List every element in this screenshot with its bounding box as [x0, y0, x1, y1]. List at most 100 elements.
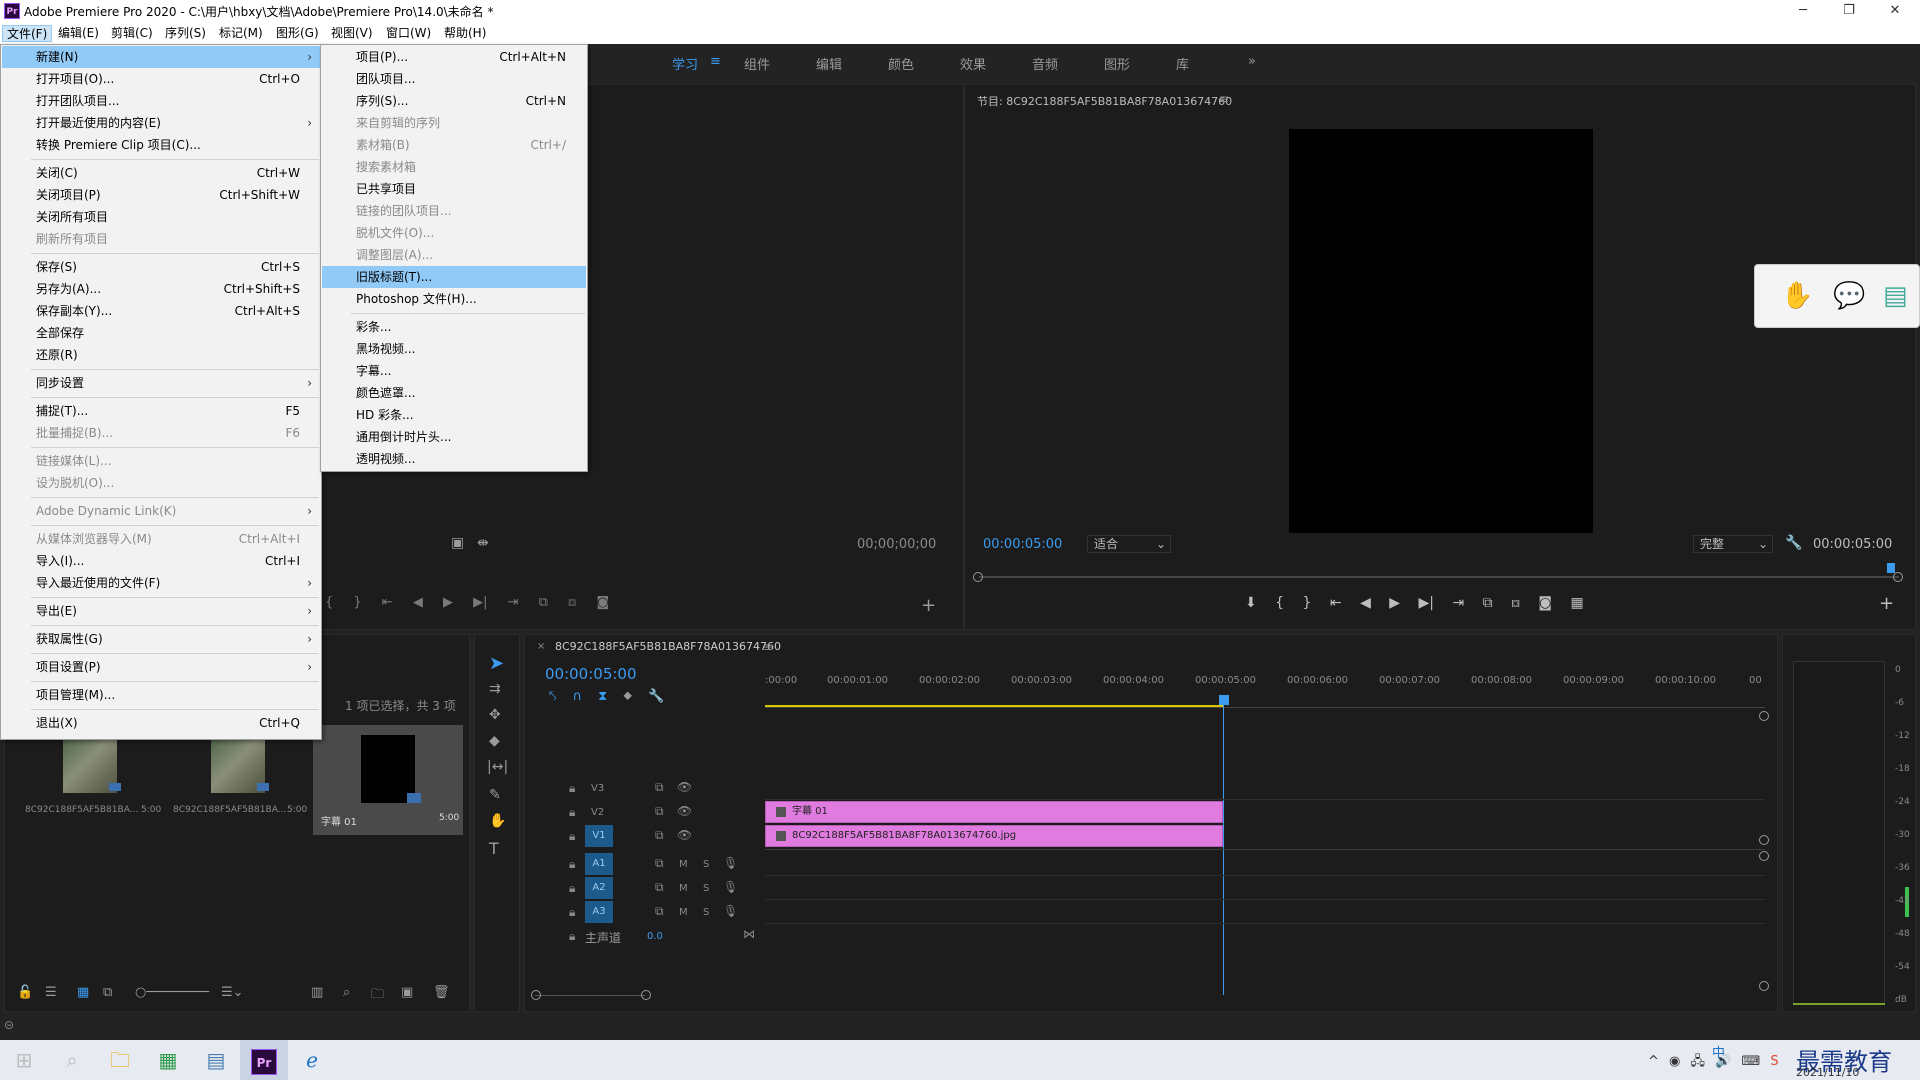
program-time-ruler[interactable]	[979, 563, 1899, 577]
solo-button[interactable]: S	[703, 883, 709, 894]
scroll-handle-right[interactable]	[641, 990, 651, 1000]
track-header-master[interactable]: 🔒︎ 主声道 0.0 ⋈	[565, 925, 761, 949]
menu-item-save-as[interactable]: 另存为(A)... Ctrl+Shift+S	[2, 278, 320, 300]
menu-file[interactable]: 文件(F)	[2, 25, 53, 42]
menu-item-export[interactable]: 导出(E) ›	[2, 600, 320, 622]
track-header-v1[interactable]: 🔒︎ V1 ⧉ 👁	[565, 825, 761, 849]
track-label-targeted[interactable]: A2	[585, 877, 613, 899]
microphone-icon[interactable]: 🎙	[723, 880, 738, 894]
scroll-handle-left[interactable]	[531, 990, 541, 1000]
menu-edit[interactable]: 编辑(E)	[54, 25, 103, 42]
freeform-view-icon[interactable]: ⧉	[103, 985, 112, 1000]
lock-icon[interactable]: 🔓	[17, 985, 33, 1000]
menu-item-sync-settings[interactable]: 同步设置 ›	[2, 372, 320, 394]
lock-icon[interactable]: 🔒︎	[569, 881, 575, 896]
menu-item-close-all[interactable]: 关闭所有项目	[2, 206, 320, 228]
submenu-item-team-project[interactable]: 团队项目...	[322, 68, 586, 90]
menu-window[interactable]: 窗口(W)	[382, 25, 435, 42]
icon-view-icon[interactable]: ▦	[77, 985, 89, 1000]
app-icon[interactable]: ▤	[192, 1040, 240, 1080]
windows-start-icon[interactable]: ⊞	[0, 1040, 48, 1080]
ripple-edit-icon[interactable]: ✥	[489, 707, 501, 723]
ime-indicator[interactable]: 中	[1712, 1042, 1725, 1061]
timeline-horizontal-scrollbar[interactable]	[535, 995, 645, 996]
selection-tool-icon[interactable]: ➤	[489, 653, 504, 674]
new-bin-icon[interactable]: 🗀	[371, 985, 384, 1007]
microphone-icon[interactable]: 🎙	[723, 904, 738, 918]
submenu-item-sequence[interactable]: 序列(S)... Ctrl+N	[322, 90, 586, 112]
program-playhead[interactable]	[1887, 563, 1895, 573]
track-label-targeted[interactable]: V1	[585, 825, 613, 847]
razor-icon[interactable]: ◆	[489, 733, 500, 749]
menu-item-get-properties[interactable]: 获取属性(G) ›	[2, 628, 320, 650]
lock-icon[interactable]: 🔒︎	[569, 929, 575, 944]
timeline-menu-icon[interactable]: ≡	[763, 640, 773, 654]
menu-item-save-all[interactable]: 全部保存	[2, 322, 320, 344]
menu-sequence[interactable]: 序列(S)	[161, 25, 210, 42]
menu-item-open-project[interactable]: 打开项目(O)... Ctrl+O	[2, 68, 320, 90]
menu-item-project-settings[interactable]: 项目设置(P) ›	[2, 656, 320, 678]
eye-icon[interactable]: 👁	[677, 780, 692, 794]
mute-button[interactable]: M	[679, 859, 688, 870]
workspace-color[interactable]: 颜色	[888, 54, 914, 73]
project-item-selected[interactable]: 字幕 01 5:00	[313, 725, 463, 835]
lock-icon[interactable]: 🔒︎	[569, 857, 575, 872]
track-label-targeted[interactable]: A1	[585, 853, 613, 875]
lock-icon[interactable]: 🔒︎	[569, 905, 575, 920]
zoom-handle-right[interactable]	[1893, 572, 1903, 582]
video-scroll-handle-bottom[interactable]	[1759, 835, 1769, 845]
sync-lock-icon[interactable]: ⧉	[655, 856, 664, 871]
sync-lock-icon[interactable]: ⧉	[655, 780, 664, 795]
clip-v2[interactable]: 字幕 01	[765, 801, 1223, 823]
track-select-icon[interactable]: ⇉	[489, 681, 501, 697]
solo-button[interactable]: S	[703, 907, 709, 918]
menu-item-close-project[interactable]: 关闭项目(P) Ctrl+Shift+W	[2, 184, 320, 206]
program-add-button[interactable]: +	[1879, 593, 1894, 614]
sync-lock-icon[interactable]: ⧉	[655, 828, 664, 843]
search-icon[interactable]: ⌕	[48, 1040, 96, 1080]
submenu-item-transparent-video[interactable]: 透明视频...	[322, 448, 586, 470]
source-add-button[interactable]: +	[921, 595, 936, 616]
clip-v1[interactable]: 8C92C188F5AF5B81BA8F78A013674760.jpg	[765, 825, 1223, 847]
track-label-targeted[interactable]: A3	[585, 901, 613, 923]
program-panel-menu-icon[interactable]: ≡	[1219, 92, 1229, 106]
menu-item-save-copy[interactable]: 保存副本(Y)... Ctrl+Alt+S	[2, 300, 320, 322]
timeline-tab[interactable]: 8C92C188F5AF5B81BA8F78A013674760	[555, 640, 781, 653]
track-header-a2[interactable]: 🔒︎ A2 ⧉ M S 🎙	[565, 877, 761, 901]
workspace-audio[interactable]: 音频	[1032, 54, 1058, 73]
workspace-effects[interactable]: 效果	[960, 54, 986, 73]
pen-tool-icon[interactable]: ✎	[489, 787, 501, 803]
menu-graphics[interactable]: 图形(G)	[272, 25, 323, 42]
project-item[interactable]: 8C92C188F5AF5B81BA... 5:00	[163, 725, 309, 835]
workspace-assembly[interactable]: 组件	[744, 54, 770, 73]
fit-dropdown[interactable]: 适合 ⌄	[1087, 535, 1171, 553]
hand-icon[interactable]: ✋	[1781, 281, 1813, 311]
trash-icon[interactable]: 🗑	[433, 985, 450, 1000]
menu-marker[interactable]: 标记(M)	[215, 25, 267, 42]
track-header-a1[interactable]: 🔒︎ A1 ⧉ M S 🎙	[565, 853, 761, 877]
menu-item-exit[interactable]: 退出(X) Ctrl+Q	[2, 712, 320, 734]
more-workspaces-icon[interactable]: »	[1248, 54, 1256, 69]
zoom-handle-left[interactable]	[973, 572, 983, 582]
source-settings-icon[interactable]: ▣	[451, 535, 464, 551]
source-insert-icon[interactable]: ⇼	[477, 535, 489, 551]
new-item-icon[interactable]: ▣	[401, 985, 413, 1000]
lock-icon[interactable]: 🔒︎	[569, 829, 575, 844]
submenu-item-shared-project[interactable]: 已共享项目	[322, 178, 586, 200]
close-tab-icon[interactable]: ×	[537, 641, 545, 652]
eye-icon[interactable]: 👁	[677, 804, 692, 818]
workspace-libraries[interactable]: 库	[1176, 54, 1189, 73]
track-header-a3[interactable]: 🔒︎ A3 ⧉ M S 🎙	[565, 901, 761, 925]
file-explorer-icon[interactable]: 🗀	[96, 1040, 144, 1080]
source-transport-controls[interactable]: { } ⇤ ◀ ▶ ▶| ⇥ ⧉ ⧈ ◙	[325, 595, 965, 615]
track-header-v3[interactable]: 🔒︎ V3 ⧉ 👁	[565, 777, 761, 801]
timeline-toolbar[interactable]: ⤣ ∩ ⧗ ⬥ 🔧	[549, 689, 699, 704]
submenu-item-countdown[interactable]: 通用倒计时片头...	[322, 426, 586, 448]
timeline-playhead-handle[interactable]	[1219, 695, 1229, 705]
submenu-item-captions[interactable]: 字幕...	[322, 360, 586, 382]
submenu-item-color-matte[interactable]: 颜色遮罩...	[322, 382, 586, 404]
sync-lock-icon[interactable]: ⧉	[655, 880, 664, 895]
program-transport-controls[interactable]: ⬇ { } ⇤ ◀ ▶ ▶| ⇥ ⧉ ⧈ ◙ ▦	[1245, 595, 1645, 615]
lock-icon[interactable]: 🔒︎	[569, 781, 575, 796]
menu-item-import-recent[interactable]: 导入最近使用的文件(F) ›	[2, 572, 320, 594]
